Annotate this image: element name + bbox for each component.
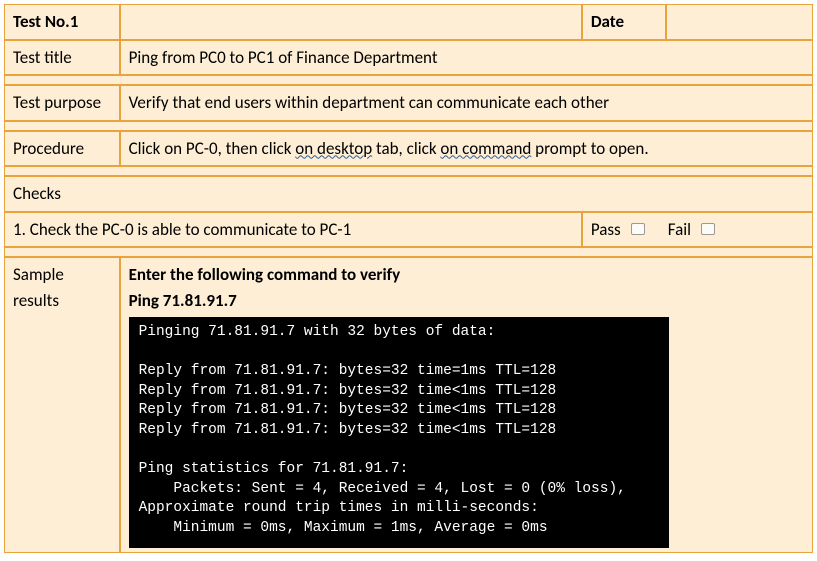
spacer bbox=[4, 166, 813, 176]
test-title-value: Ping from PC0 to PC1 of Finance Departme… bbox=[120, 40, 813, 76]
procedure-wavy-2: on command bbox=[440, 138, 531, 159]
procedure-value: Click on PC-0, then click on desktop tab… bbox=[120, 131, 813, 167]
test-no-label: Test No.1 bbox=[4, 4, 120, 40]
fail-checkbox[interactable] bbox=[701, 223, 715, 235]
spacer bbox=[4, 75, 813, 85]
check-item-1: 1. Check the PC-0 is able to communicate… bbox=[4, 212, 582, 248]
spacer bbox=[4, 121, 813, 131]
fail-label: Fail bbox=[668, 219, 691, 240]
sample-results-value: Enter the following command to verify Pi… bbox=[120, 257, 813, 553]
procedure-label: Procedure bbox=[4, 131, 120, 167]
test-no-value bbox=[120, 4, 582, 40]
checks-header: Checks bbox=[4, 176, 813, 212]
terminal-output: Pinging 71.81.91.7 with 32 bytes of data… bbox=[129, 317, 669, 548]
test-title-label: Test title bbox=[4, 40, 120, 76]
sample-instruction: Enter the following command to verify bbox=[129, 262, 804, 288]
check-result: Pass Fail bbox=[582, 212, 813, 248]
pass-checkbox[interactable] bbox=[631, 223, 645, 235]
sample-results-label: Sample results bbox=[4, 257, 120, 553]
date-value bbox=[666, 4, 813, 40]
date-label: Date bbox=[582, 4, 666, 40]
test-purpose-value: Verify that end users within department … bbox=[120, 85, 813, 121]
procedure-text-mid: tab, click bbox=[372, 138, 440, 159]
spacer bbox=[4, 247, 813, 257]
procedure-wavy-1: on desktop bbox=[295, 138, 372, 159]
test-form-table: Test No.1 Date Test title Ping from PC0 … bbox=[4, 4, 813, 553]
procedure-text-prefix: Click on PC-0, then click bbox=[129, 138, 296, 159]
pass-label: Pass bbox=[591, 219, 621, 240]
test-purpose-label: Test purpose bbox=[4, 85, 120, 121]
procedure-text-suffix: prompt to open. bbox=[531, 138, 648, 159]
sample-command: Ping 71.81.91.7 bbox=[129, 288, 804, 314]
